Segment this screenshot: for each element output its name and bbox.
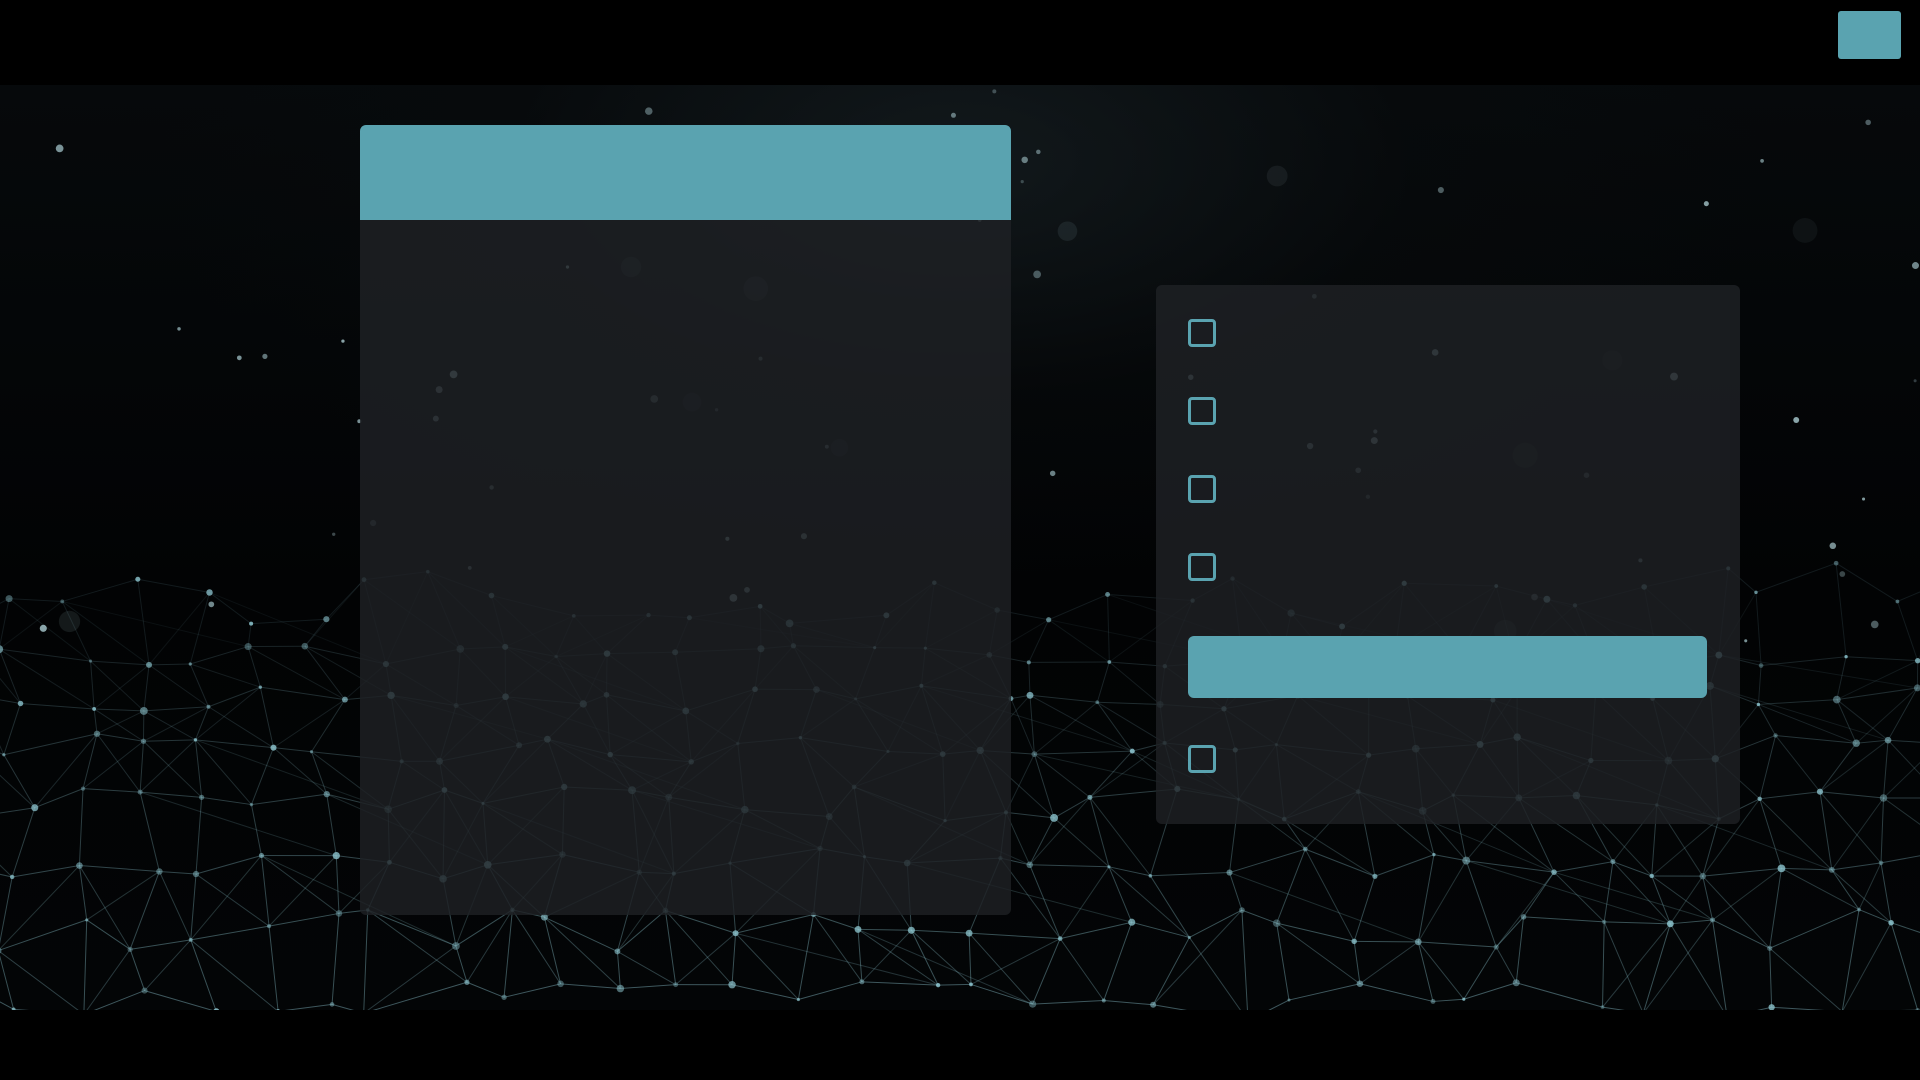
primary-button[interactable] — [1188, 636, 1707, 698]
footer-checkbox[interactable] — [1188, 745, 1216, 773]
checkbox-4[interactable] — [1188, 553, 1216, 581]
checkbox-1[interactable] — [1188, 319, 1216, 347]
option-row-3[interactable] — [1188, 469, 1708, 509]
option-row-2[interactable] — [1188, 391, 1708, 431]
app-screen — [0, 0, 1920, 1080]
option-row-4[interactable] — [1188, 547, 1708, 587]
left-panel-header — [360, 125, 1011, 220]
footer-option-row[interactable] — [1188, 739, 1708, 779]
option-row-1[interactable] — [1188, 313, 1708, 353]
checkbox-2[interactable] — [1188, 397, 1216, 425]
menu-button[interactable] — [1838, 11, 1901, 59]
checkbox-3[interactable] — [1188, 475, 1216, 503]
right-panel — [1156, 285, 1740, 824]
left-panel — [360, 125, 1011, 915]
